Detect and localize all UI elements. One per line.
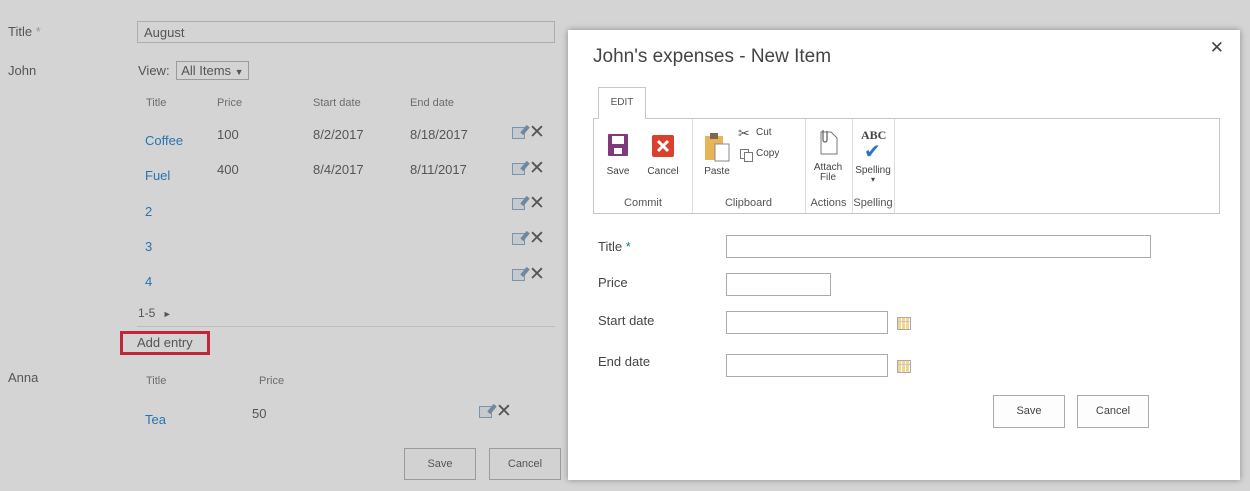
- start-date-field-label: Start date: [598, 313, 655, 328]
- ribbon-group-spelling: ABC ✔ Spelling ▾ Spelling: [852, 119, 895, 213]
- copy-icon: [740, 149, 753, 162]
- paperclip-icon: [820, 130, 838, 155]
- group-label-actions: Actions: [810, 197, 847, 209]
- ribbon-group-commit: Save Cancel Commit: [594, 119, 693, 213]
- end-date-field-label: End date: [598, 354, 651, 369]
- ribbon-copy-button[interactable]: Copy: [738, 147, 798, 163]
- ribbon-save-button[interactable]: Save: [601, 132, 645, 184]
- calendar-icon[interactable]: [897, 360, 911, 373]
- ribbon: Save Cancel Commit Paste ✂ Cut Copy Clip…: [593, 118, 1220, 214]
- cut-label: Cut: [756, 127, 772, 138]
- price-input[interactable]: [726, 273, 831, 296]
- group-label-spelling: Spelling: [853, 197, 893, 209]
- title-input[interactable]: [726, 235, 1151, 258]
- ribbon-cut-button[interactable]: ✂ Cut: [738, 125, 798, 142]
- chevron-down-icon: ▾: [870, 175, 875, 184]
- tab-edit[interactable]: EDIT: [598, 87, 646, 119]
- ribbon-cancel-button[interactable]: Cancel: [644, 132, 688, 184]
- ribbon-attach-file-button[interactable]: Attach File: [810, 128, 846, 188]
- start-date-input[interactable]: [726, 311, 888, 334]
- group-label-clipboard: Clipboard: [724, 197, 773, 209]
- ribbon-paste-button[interactable]: Paste: [700, 129, 736, 187]
- save-button[interactable]: Save: [993, 395, 1065, 428]
- ribbon-group-actions: Attach File Actions: [805, 119, 853, 213]
- ribbon-spelling-button[interactable]: ABC ✔ Spelling ▾: [854, 125, 892, 187]
- save-label: Save: [606, 166, 630, 177]
- cancel-icon: [652, 135, 674, 157]
- end-date-input[interactable]: [726, 354, 888, 377]
- new-item-dialog: John's expenses - New Item ✕ EDIT Save C…: [568, 30, 1240, 480]
- cancel-label: Cancel: [647, 166, 679, 177]
- cancel-button[interactable]: Cancel: [1077, 395, 1149, 428]
- scissors-icon: ✂: [738, 125, 750, 141]
- checkmark-icon: ✔: [864, 141, 881, 163]
- copy-label: Copy: [756, 148, 780, 159]
- ribbon-group-clipboard: Paste ✂ Cut Copy Clipboard: [692, 119, 806, 213]
- price-field-label: Price: [598, 275, 628, 290]
- group-label-commit: Commit: [624, 197, 662, 209]
- paste-icon: [705, 133, 730, 162]
- calendar-icon[interactable]: [897, 317, 911, 330]
- title-field-label: Title *: [598, 239, 631, 254]
- close-icon[interactable]: ✕: [1210, 38, 1224, 58]
- save-icon: [608, 134, 628, 156]
- dialog-title: John's expenses - New Item: [593, 46, 832, 67]
- attach-file-label: Attach File: [813, 162, 843, 183]
- paste-label: Paste: [704, 166, 730, 177]
